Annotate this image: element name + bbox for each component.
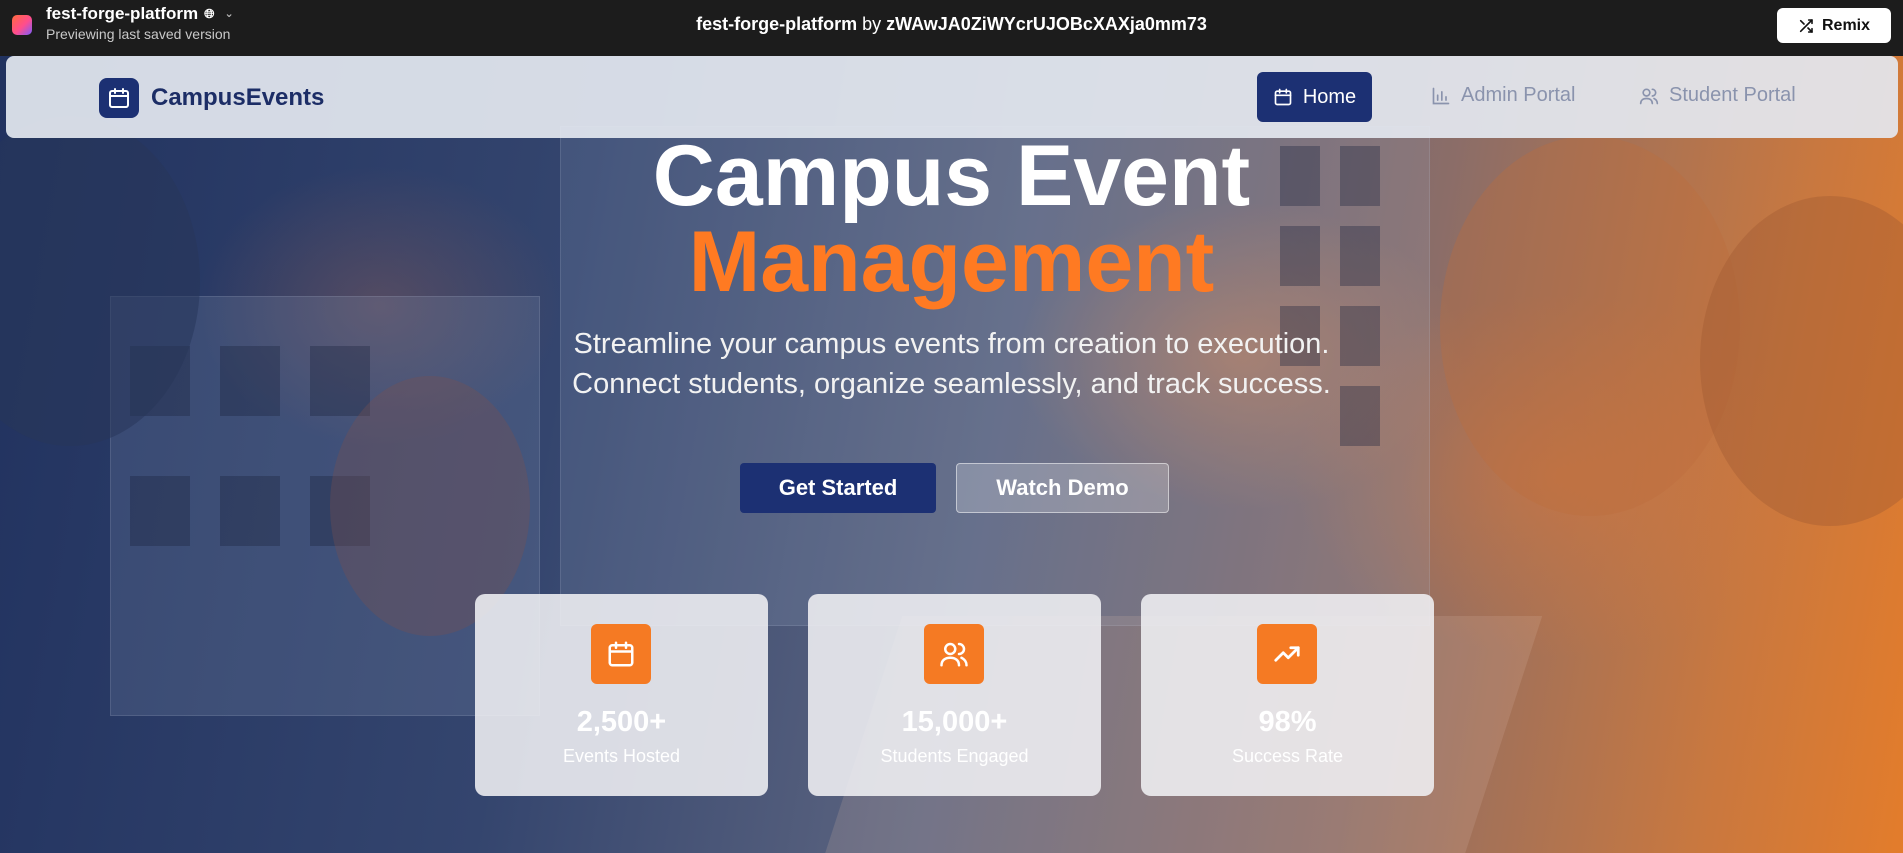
remix-label: Remix bbox=[1821, 16, 1871, 34]
title-author: zWAwJA0ZiWYcrUJOBcXAXja0mm73 bbox=[886, 14, 1207, 34]
main-navbar: CampusEvents Home Admin Portal Student P… bbox=[6, 56, 1898, 138]
hero-title-line2: Management bbox=[688, 214, 1215, 310]
title-project: fest-forge-platform bbox=[696, 14, 858, 34]
users-icon bbox=[1639, 88, 1659, 104]
get-started-button[interactable]: Get Started bbox=[740, 463, 936, 513]
hero-subtitle-line2: Connect students, organize seamlessly, a… bbox=[572, 368, 1331, 400]
nav-item-label: Student Portal bbox=[1669, 84, 1796, 106]
hero-subtitle-line1: Streamline your campus events from creat… bbox=[573, 328, 1330, 360]
calendar-icon bbox=[99, 78, 139, 118]
shuffle-icon bbox=[1799, 18, 1813, 33]
calendar-icon bbox=[1274, 88, 1292, 106]
calendar-icon bbox=[591, 624, 651, 684]
stat-value: 98% bbox=[1258, 706, 1317, 738]
hero-title-line1: Campus Event bbox=[652, 128, 1251, 224]
users-icon bbox=[924, 624, 984, 684]
stat-card-success: 98% Success Rate bbox=[1141, 594, 1434, 796]
bar-chart-icon bbox=[1432, 87, 1450, 104]
page-title: fest-forge-platform by zWAwJA0ZiWYcrUJOB… bbox=[0, 14, 1903, 35]
stat-card-events: 2,500+ Events Hosted bbox=[475, 594, 768, 796]
stat-label: Success Rate bbox=[1231, 746, 1344, 766]
stat-value: 2,500+ bbox=[576, 706, 667, 738]
stat-value: 15,000+ bbox=[901, 706, 1008, 738]
brand-link[interactable]: CampusEvents bbox=[99, 78, 324, 118]
trending-up-icon bbox=[1257, 624, 1317, 684]
preview-topbar: fest-forge-platform 🌐︎ ⌄ Previewing last… bbox=[0, 0, 1903, 56]
stat-label: Students Engaged bbox=[880, 746, 1029, 766]
stat-label: Events Hosted bbox=[562, 746, 681, 766]
hero-section: CampusEvents Home Admin Portal Student P… bbox=[0, 56, 1903, 853]
hero-subtitle: Streamline your campus events from creat… bbox=[0, 324, 1903, 404]
nav-item-student-portal[interactable]: Student Portal bbox=[1639, 84, 1796, 107]
nav-item-home[interactable]: Home bbox=[1257, 72, 1372, 122]
watch-demo-button[interactable]: Watch Demo bbox=[956, 463, 1169, 513]
stat-card-students: 15,000+ Students Engaged bbox=[808, 594, 1101, 796]
nav-item-admin-portal[interactable]: Admin Portal bbox=[1431, 84, 1576, 107]
nav-item-label: Home bbox=[1302, 85, 1357, 108]
remix-button[interactable]: Remix bbox=[1777, 8, 1891, 43]
brand-name: CampusEvents bbox=[151, 84, 325, 111]
nav-item-label: Admin Portal bbox=[1461, 84, 1576, 106]
title-by: by bbox=[862, 14, 882, 34]
